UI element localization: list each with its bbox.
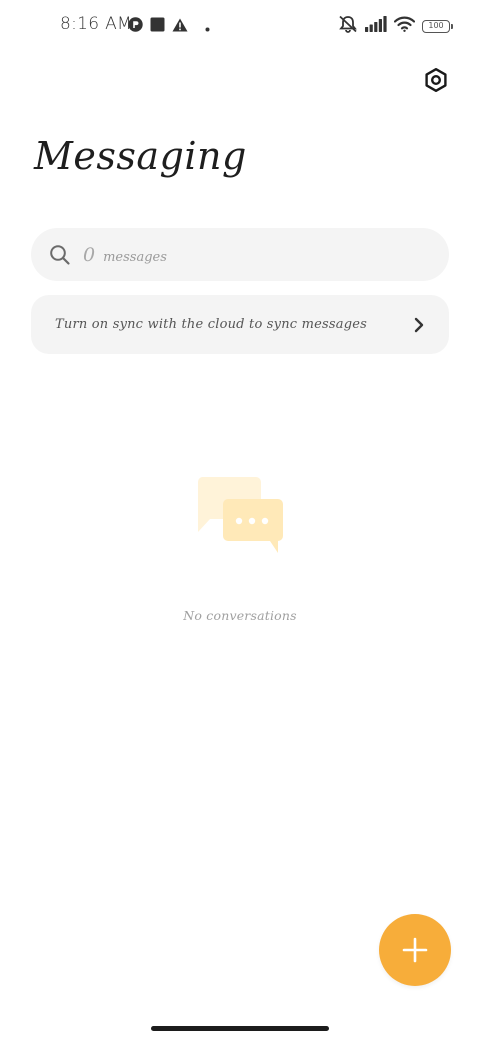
r-badge-icon — [128, 17, 143, 36]
page-title: Messaging — [34, 134, 247, 178]
new-conversation-button[interactable] — [379, 914, 451, 986]
wifi-icon — [393, 16, 416, 36]
search-icon — [50, 244, 70, 265]
battery-icon: 100 — [422, 19, 453, 33]
chat-bubbles-icon — [197, 477, 283, 553]
search-placeholder: messages — [103, 249, 167, 265]
empty-state-message: No conversations — [183, 608, 297, 623]
status-time: 8:16 AM — [60, 14, 132, 34]
settings-button[interactable] — [418, 62, 454, 98]
gear-icon — [425, 68, 447, 92]
home-indicator[interactable] — [151, 1026, 329, 1031]
search-bar[interactable]: 0 messages — [31, 228, 449, 281]
signal-icon — [365, 16, 387, 36]
chevron-right-icon — [414, 317, 424, 332]
sync-label: Turn on sync with the cloud to sync mess… — [55, 317, 368, 332]
square-icon — [150, 17, 165, 36]
mute-icon — [338, 15, 358, 37]
status-right-icons: 100 — [338, 15, 453, 37]
warning-icon — [172, 17, 188, 36]
search-input[interactable]: 0 messages — [83, 244, 167, 266]
status-bar: 8:16 AM 100 — [0, 0, 480, 52]
status-left-icons — [128, 17, 210, 36]
search-count: 0 — [83, 243, 96, 266]
plus-icon — [402, 937, 428, 963]
dot-icon — [205, 17, 210, 36]
sync-banner[interactable]: Turn on sync with the cloud to sync mess… — [31, 295, 449, 354]
